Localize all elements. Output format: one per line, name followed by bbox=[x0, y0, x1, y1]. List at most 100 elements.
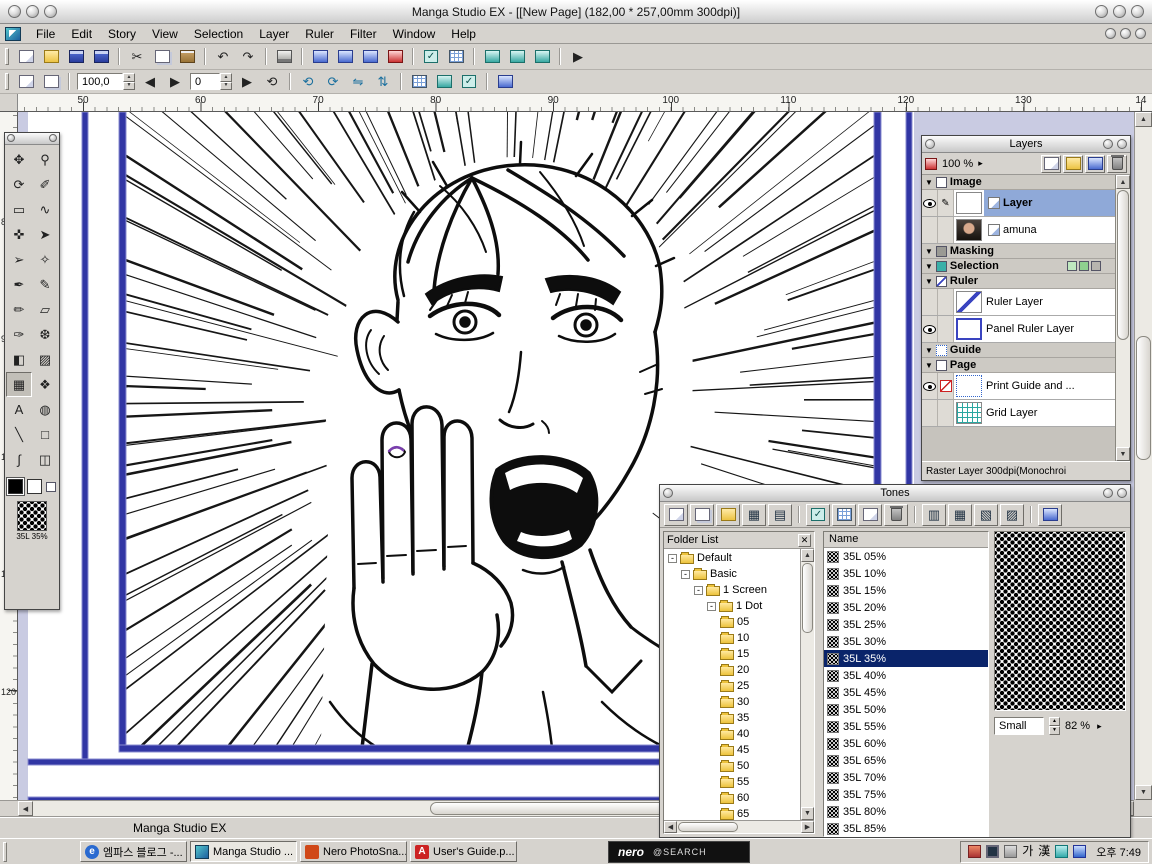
zoom-field-spin-up[interactable]: ▲ bbox=[123, 73, 135, 82]
folder-30[interactable]: 30 bbox=[664, 694, 800, 710]
scroll-down-button[interactable]: ▼ bbox=[1135, 785, 1152, 800]
task-manga-studio[interactable]: Manga Studio ... bbox=[190, 841, 297, 862]
tone-size-spinner[interactable]: ▲ ▼ bbox=[1049, 717, 1060, 735]
folder-60[interactable]: 60 bbox=[664, 790, 800, 806]
toolbar-button-open-page[interactable] bbox=[39, 46, 63, 67]
tool-pencil[interactable]: ✎ bbox=[32, 272, 58, 297]
toolbox-titlebar[interactable] bbox=[5, 133, 59, 145]
layer-row-ruler-layer[interactable]: Ruler Layer bbox=[922, 289, 1115, 316]
layer-color-icon[interactable] bbox=[925, 158, 937, 170]
rotation-field-value[interactable]: 0 bbox=[190, 73, 220, 90]
tones-button-view-thumbnails[interactable]: ▦ bbox=[742, 504, 766, 526]
scroll-up-button[interactable]: ▲ bbox=[1135, 112, 1152, 127]
tones-palette[interactable]: Tones ▦▤▥▦▧▨ Folder List ✕ -Default-Basi… bbox=[659, 484, 1131, 838]
layer-visibility-cell[interactable] bbox=[922, 316, 938, 342]
tones-button-panel-layout[interactable] bbox=[1038, 504, 1062, 526]
display-tray-icon[interactable] bbox=[986, 845, 999, 858]
zoom-field-value[interactable]: 100,0 bbox=[77, 73, 123, 90]
tree-expander[interactable]: - bbox=[707, 602, 716, 611]
window-maximize-button[interactable] bbox=[44, 5, 57, 18]
menu-story[interactable]: Story bbox=[100, 25, 144, 43]
tool-marquee[interactable]: ▭ bbox=[6, 197, 32, 222]
window-shade-button[interactable] bbox=[1095, 5, 1108, 18]
tone-item-35l-20[interactable]: 35L 20% bbox=[824, 599, 988, 616]
rotation-field-spin-down[interactable]: ▼ bbox=[220, 82, 232, 91]
visibility-eye-icon[interactable] bbox=[923, 382, 936, 391]
layers-scrollbar[interactable]: ▲ ▼ bbox=[1115, 175, 1130, 461]
toolbar-button-show-grid[interactable] bbox=[407, 71, 431, 92]
window-minimize-button[interactable] bbox=[26, 5, 39, 18]
toolbar-button-show-guides[interactable] bbox=[432, 71, 456, 92]
tone-size-down-icon[interactable]: ▼ bbox=[1049, 726, 1060, 735]
folder-40[interactable]: 40 bbox=[664, 726, 800, 742]
tone-item-35l-15[interactable]: 35L 15% bbox=[824, 582, 988, 599]
tone-zoom-dropdown-icon[interactable]: ▸ bbox=[1097, 721, 1102, 732]
layers-titlebar[interactable]: Layers bbox=[922, 136, 1130, 153]
tool-airbrush[interactable]: ❆ bbox=[32, 322, 58, 347]
tones-minimize-button[interactable] bbox=[1103, 488, 1113, 498]
tree-expander[interactable]: - bbox=[681, 570, 690, 579]
folder-35[interactable]: 35 bbox=[664, 710, 800, 726]
tone-item-35l-05[interactable]: 35L 05% bbox=[824, 548, 988, 565]
tone-item-35l-80[interactable]: 35L 80% bbox=[824, 803, 988, 820]
tool-text[interactable]: A bbox=[6, 397, 32, 422]
messenger-tray-icon[interactable] bbox=[1055, 845, 1068, 858]
tool-panel-ruler[interactable]: ◫ bbox=[32, 447, 58, 472]
layers-opacity-dropdown-icon[interactable]: ▸ bbox=[978, 158, 983, 169]
toolbar-button-zoom-next[interactable]: ▶ bbox=[163, 71, 187, 92]
layer-lock-cell[interactable] bbox=[938, 289, 954, 315]
menu-help[interactable]: Help bbox=[443, 25, 484, 43]
foreground-color-swatch[interactable] bbox=[8, 479, 23, 494]
layer-lock-cell[interactable] bbox=[938, 400, 954, 426]
toolbar-button-flip-horizontal[interactable]: ⇋ bbox=[346, 71, 370, 92]
layers-minimize-button[interactable] bbox=[1103, 139, 1113, 149]
layer-row-print-guide-and[interactable]: Print Guide and ... bbox=[922, 373, 1115, 400]
tool-zoom[interactable]: ⚲ bbox=[32, 147, 58, 172]
tool-move[interactable]: ✜ bbox=[6, 222, 32, 247]
layers-button-new-layer[interactable] bbox=[1041, 155, 1061, 173]
tool-eyedropper[interactable]: ✐ bbox=[32, 172, 58, 197]
zoom-field-spinner[interactable]: ▲▼ bbox=[123, 73, 135, 90]
tool-rotate-canvas[interactable]: ⟳ bbox=[6, 172, 32, 197]
toolbox-lock-button[interactable] bbox=[7, 134, 15, 142]
folder-15[interactable]: 15 bbox=[664, 646, 800, 662]
task-nero-photosna[interactable]: Nero PhotoSna... bbox=[300, 841, 407, 862]
folder-scroll-left[interactable]: ◀ bbox=[664, 821, 677, 833]
toolbar-button-rotate-left[interactable]: ⟲ bbox=[296, 71, 320, 92]
layer-section-masking[interactable]: ▼Masking bbox=[922, 244, 1115, 259]
tone-item-35l-45[interactable]: 35L 45% bbox=[824, 684, 988, 701]
toolbar-button-page-spread[interactable] bbox=[39, 71, 63, 92]
toolbar-button-snap-settings[interactable] bbox=[444, 46, 468, 67]
section-collapse-icon[interactable]: ▼ bbox=[925, 277, 933, 286]
ime-hanja-indicator[interactable]: 漢 bbox=[1038, 845, 1050, 858]
layer-visibility-cell[interactable] bbox=[922, 289, 938, 315]
folder-55[interactable]: 55 bbox=[664, 774, 800, 790]
selection-option-icon[interactable] bbox=[1079, 261, 1089, 271]
toolbar-button-window-panels[interactable] bbox=[493, 71, 517, 92]
toolbar-button-select-option-c[interactable] bbox=[530, 46, 554, 67]
menu-selection[interactable]: Selection bbox=[186, 25, 251, 43]
toolbar-button-flip-vertical[interactable]: ⇅ bbox=[371, 71, 395, 92]
folder-1-screen[interactable]: -1 Screen bbox=[664, 582, 800, 598]
folder-scroll-thumb[interactable] bbox=[802, 563, 813, 633]
toolbar-button-page-layout[interactable] bbox=[14, 71, 38, 92]
tones-lock-button[interactable] bbox=[663, 488, 673, 498]
layer-section-ruler[interactable]: ▼Ruler bbox=[922, 274, 1115, 289]
toolbar-button-zoom-prev[interactable]: ◀ bbox=[138, 71, 162, 92]
tone-item-35l-50[interactable]: 35L 50% bbox=[824, 701, 988, 718]
current-tone-chip[interactable] bbox=[17, 501, 47, 531]
folder-25[interactable]: 25 bbox=[664, 678, 800, 694]
tones-button-display-mode-1[interactable]: ▥ bbox=[922, 504, 946, 526]
tone-item-35l-65[interactable]: 35L 65% bbox=[824, 752, 988, 769]
layer-visibility-cell[interactable] bbox=[922, 217, 938, 243]
tone-size-up-icon[interactable]: ▲ bbox=[1049, 717, 1060, 726]
selection-option-icon[interactable] bbox=[1067, 261, 1077, 271]
layer-visibility-cell[interactable] bbox=[922, 190, 938, 216]
section-collapse-icon[interactable]: ▼ bbox=[925, 361, 933, 370]
volume-tray-icon[interactable] bbox=[1004, 845, 1017, 858]
section-collapse-icon[interactable]: ▼ bbox=[925, 262, 933, 271]
folder-1-dot[interactable]: -1 Dot bbox=[664, 598, 800, 614]
toolbar-button-redo[interactable]: ↷ bbox=[236, 46, 260, 67]
tool-line[interactable]: ╲ bbox=[6, 422, 32, 447]
layer-row-grid-layer[interactable]: Grid Layer bbox=[922, 400, 1115, 427]
